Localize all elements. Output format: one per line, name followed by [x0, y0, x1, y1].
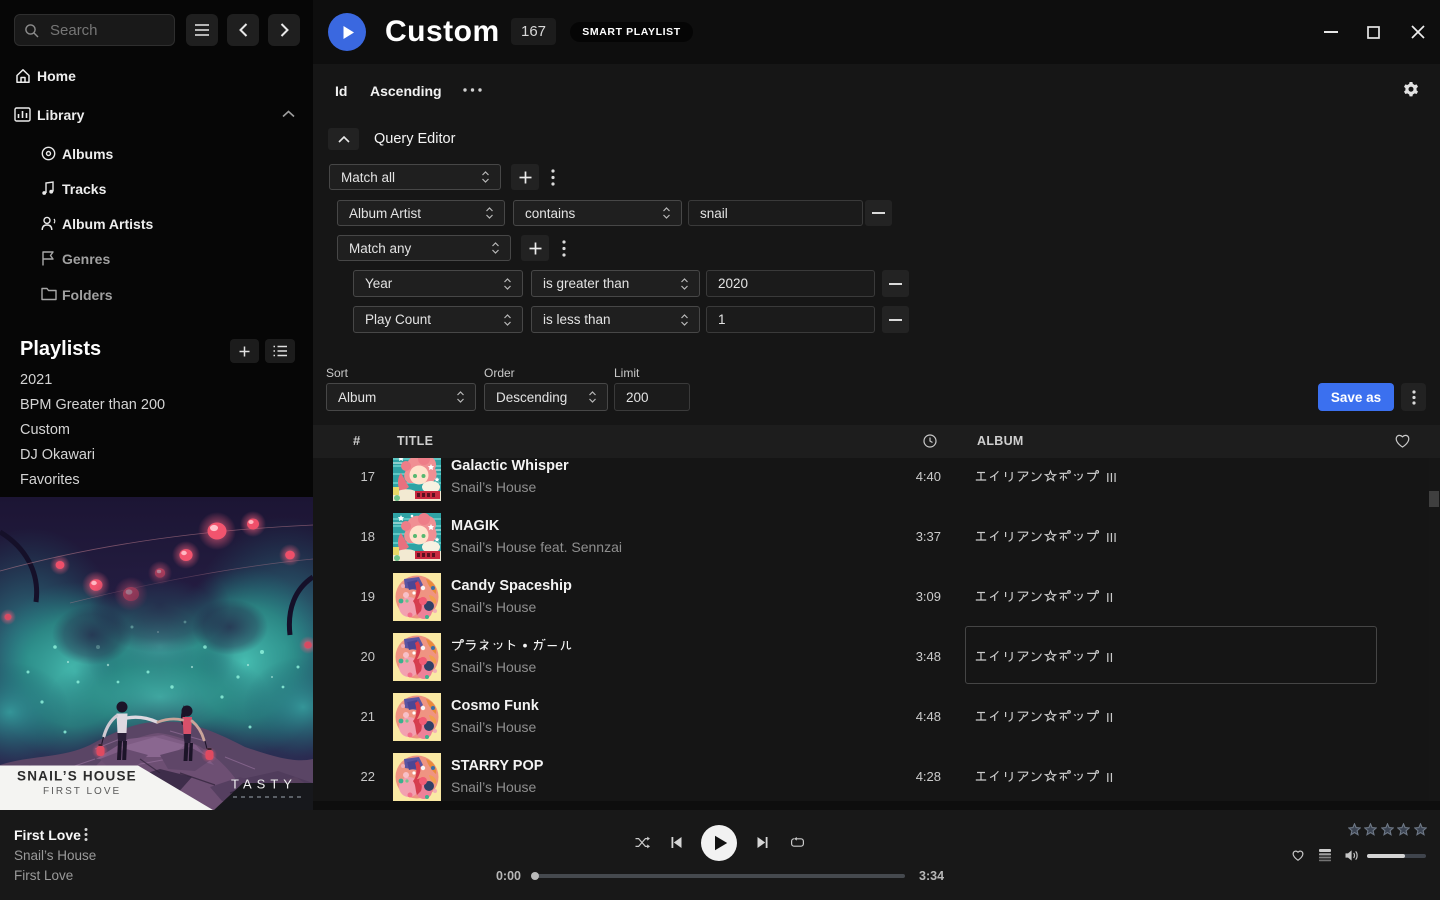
- svg-text:SNAIL’S HOUSE: SNAIL’S HOUSE: [17, 769, 137, 784]
- svg-text:FIRST LOVE: FIRST LOVE: [43, 786, 121, 797]
- svg-text:TASTY: TASTY: [231, 777, 297, 792]
